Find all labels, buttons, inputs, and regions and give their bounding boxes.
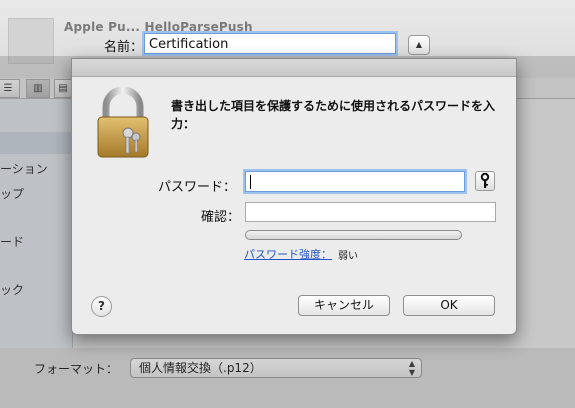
key-icon xyxy=(480,172,490,188)
window-title: Apple Pu... HelloParsePush xyxy=(64,20,253,34)
password-label: パスワード： xyxy=(158,180,237,195)
strength-value: 弱い xyxy=(338,251,358,262)
name-label: 名前： xyxy=(104,40,144,55)
password-input[interactable] xyxy=(245,171,465,192)
lock-icon xyxy=(97,87,149,158)
strength-link[interactable]: パスワード強度： xyxy=(244,246,332,262)
sheet-header xyxy=(72,59,516,77)
filename-input[interactable]: Certification xyxy=(144,33,396,54)
confirm-label: 確認： xyxy=(201,210,241,225)
dialog-prompt: 書き出した項目を保護するために使用されるパスワードを入力： xyxy=(171,99,496,131)
ok-button[interactable]: OK xyxy=(403,295,495,316)
password-assistant-button[interactable] xyxy=(475,171,495,191)
help-icon[interactable]: ? xyxy=(91,296,112,317)
expand-button[interactable]: ▲ xyxy=(408,35,430,55)
chevron-up-icon: ▲ xyxy=(415,40,423,49)
cancel-button[interactable]: キャンセル xyxy=(298,295,390,316)
strength-meter xyxy=(245,230,462,240)
text-caret xyxy=(250,175,251,189)
password-dialog: 書き出した項目を保護するために使用されるパスワードを入力： パスワード： 確認：… xyxy=(71,58,517,335)
confirm-input[interactable] xyxy=(245,202,496,222)
